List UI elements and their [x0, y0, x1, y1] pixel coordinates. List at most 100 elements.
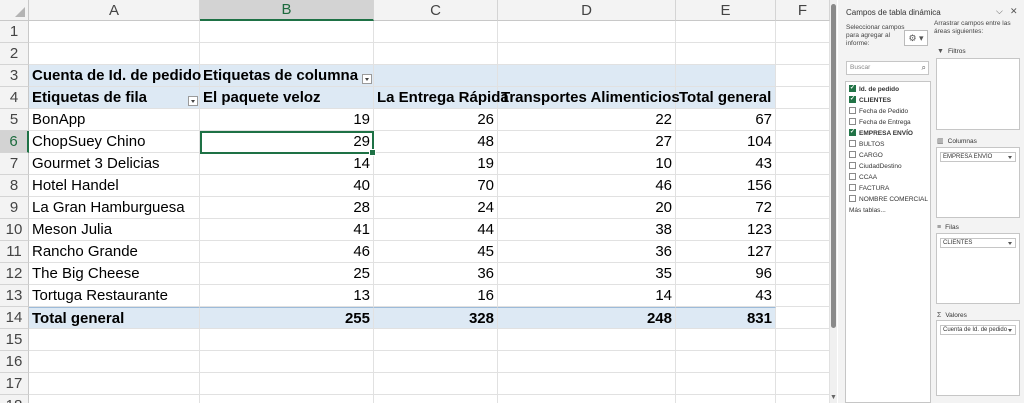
tools-gear-button[interactable]: ⚙ ▾	[904, 30, 928, 46]
field-item[interactable]: CARGO	[846, 150, 930, 161]
grid-cell[interactable]	[776, 373, 830, 395]
scrollbar-thumb[interactable]	[831, 4, 836, 328]
grid-cell[interactable]	[374, 395, 498, 403]
pivot-value-cell[interactable]: 96	[676, 263, 776, 285]
grid-cell[interactable]	[776, 329, 830, 351]
field-item[interactable]: CCAA	[846, 172, 930, 183]
pivot-value-cell[interactable]: 16	[374, 285, 498, 307]
field-item[interactable]: Fecha de Entrega	[846, 117, 930, 128]
grid-cell[interactable]	[498, 329, 676, 351]
row-header-18[interactable]: 18	[0, 395, 29, 403]
column-header-c[interactable]: C	[374, 0, 498, 21]
field-item[interactable]: BULTOS	[846, 139, 930, 150]
pivot-value-cell[interactable]: 24	[374, 197, 498, 219]
field-item[interactable]: NOMBRE COMERCIAL	[846, 194, 930, 205]
pivot-row-label[interactable]: The Big Cheese	[29, 263, 200, 285]
field-checkbox[interactable]	[849, 162, 856, 169]
grid-cell[interactable]	[29, 43, 200, 65]
row-header-1[interactable]: 1	[0, 21, 29, 43]
spreadsheet-grid[interactable]: ABCDEF 123456789101112131415161718 Cuent…	[0, 0, 830, 403]
grid-cell[interactable]	[776, 197, 830, 219]
row-header-10[interactable]: 10	[0, 219, 29, 241]
pivot-value-cell[interactable]: 72	[676, 197, 776, 219]
column-filter-dropdown-icon[interactable]	[362, 74, 372, 84]
field-checkbox[interactable]	[849, 151, 856, 158]
pane-options-chevron-icon[interactable]: ⌵	[996, 6, 1003, 17]
pivot-grand-total-cell[interactable]: 831	[676, 307, 776, 329]
pivot-value-cell[interactable]: 10	[498, 153, 676, 175]
pivot-value-cell[interactable]: 28	[200, 197, 374, 219]
pivot-row-label[interactable]: Tortuga Restaurante	[29, 285, 200, 307]
pivot-value-cell[interactable]: 46	[498, 175, 676, 197]
grid-cell[interactable]	[676, 395, 776, 403]
field-item[interactable]: EMPRESA ENVÍO	[846, 127, 930, 139]
row-header-5[interactable]: 5	[0, 109, 29, 131]
pivot-value-cell[interactable]: 43	[676, 285, 776, 307]
pivot-value-cell[interactable]: 35	[498, 263, 676, 285]
pivot-value-cell[interactable]: 104	[676, 131, 776, 153]
grid-cell[interactable]	[498, 43, 676, 65]
column-header-a[interactable]: A	[29, 0, 200, 21]
pivot-value-cell[interactable]: 14	[498, 285, 676, 307]
grid-cell[interactable]	[776, 307, 830, 329]
grid-cell[interactable]	[776, 351, 830, 373]
pivot-value-cell[interactable]: 41	[200, 219, 374, 241]
row-header-13[interactable]: 13	[0, 285, 29, 307]
pivot-grand-total-label[interactable]: Total general	[29, 307, 200, 329]
close-icon[interactable]: ✕	[1010, 6, 1018, 17]
pivot-value-cell[interactable]: 123	[676, 219, 776, 241]
grid-cell[interactable]	[374, 373, 498, 395]
pivot-value-cell[interactable]: 127	[676, 241, 776, 263]
field-checkbox[interactable]	[849, 184, 856, 191]
pivot-row-label[interactable]: La Gran Hamburguesa	[29, 197, 200, 219]
pivot-value-cell[interactable]: 14	[200, 153, 374, 175]
column-header-d[interactable]: D	[498, 0, 676, 21]
grid-cell[interactable]	[776, 21, 830, 43]
grid-cell[interactable]	[374, 43, 498, 65]
row-header-12[interactable]: 12	[0, 263, 29, 285]
pivot-grand-total-cell[interactable]: 248	[498, 307, 676, 329]
grid-cell[interactable]	[29, 351, 200, 373]
field-item[interactable]: FACTURA	[846, 183, 930, 194]
vertical-scrollbar[interactable]: ▼	[830, 0, 837, 403]
grid-cell[interactable]	[29, 395, 200, 403]
row-header-4[interactable]: 4	[0, 87, 29, 109]
pivot-column-header[interactable]: Total general	[676, 87, 776, 109]
grid-cell[interactable]	[374, 21, 498, 43]
grid-cell[interactable]	[776, 285, 830, 307]
row-header-16[interactable]: 16	[0, 351, 29, 373]
grid-cell[interactable]	[776, 241, 830, 263]
column-header-e[interactable]: E	[676, 0, 776, 21]
row-filter-dropdown-icon[interactable]	[188, 96, 198, 106]
pivot-column-header[interactable]: El paquete veloz	[200, 87, 374, 109]
pivot-grand-total-cell[interactable]: 328	[374, 307, 498, 329]
pivot-value-cell[interactable]: 22	[498, 109, 676, 131]
pivot-value-cell[interactable]: 27	[498, 131, 676, 153]
grid-cell[interactable]	[29, 329, 200, 351]
row-header-2[interactable]: 2	[0, 43, 29, 65]
grid-cell[interactable]	[200, 329, 374, 351]
pivot-value-cell[interactable]: 19	[374, 153, 498, 175]
grid-cell[interactable]	[776, 153, 830, 175]
field-item[interactable]: Id. de pedido	[846, 83, 930, 95]
grid-cell[interactable]	[498, 351, 676, 373]
pivot-value-cell[interactable]: 38	[498, 219, 676, 241]
pivot-column-header[interactable]: Transportes Alimenticios	[498, 87, 680, 109]
values-area-box[interactable]: Cuenta de Id. de pedido	[936, 320, 1020, 396]
pivot-row-label[interactable]: Rancho Grande	[29, 241, 200, 263]
grid-cell[interactable]	[200, 21, 374, 43]
grid-cell[interactable]	[29, 21, 200, 43]
field-checkbox[interactable]	[849, 83, 856, 94]
grid-cell[interactable]	[776, 43, 830, 65]
values-area-item[interactable]: Cuenta de Id. de pedido	[940, 325, 1016, 335]
grid-cell[interactable]	[200, 43, 374, 65]
select-all-corner[interactable]	[0, 0, 29, 21]
grid-cell[interactable]	[776, 131, 830, 153]
column-header-f[interactable]: F	[776, 0, 830, 21]
grid-cell[interactable]	[498, 395, 676, 403]
grid-cell[interactable]	[676, 351, 776, 373]
columns-area-box[interactable]: EMPRESA ENVÍO	[936, 147, 1020, 218]
grid-cell[interactable]	[200, 351, 374, 373]
pivot-row-label[interactable]: ChopSuey Chino	[29, 131, 200, 153]
pivot-value-cell[interactable]: 25	[200, 263, 374, 285]
